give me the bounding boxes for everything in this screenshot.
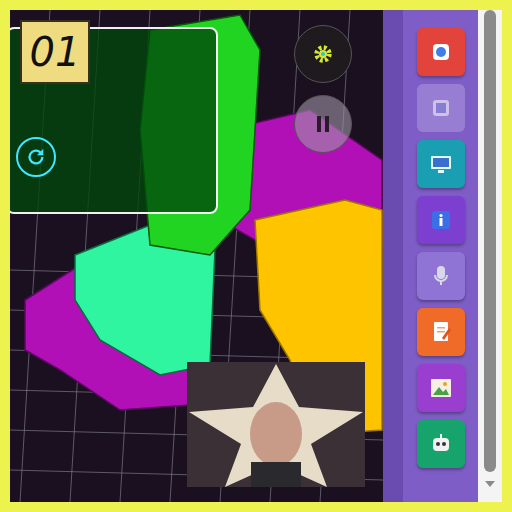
scrollbar[interactable] [478,10,502,502]
sidebar-item[interactable] [417,364,465,412]
sidebar-item[interactable] [417,420,465,468]
tool-sidebar [383,10,478,502]
game-frame: 01 [0,0,512,512]
player-photo [187,362,365,487]
document-icon [430,320,452,344]
sidebar-item[interactable] [417,252,465,300]
star-frame-icon [187,362,365,487]
sidebar-item[interactable] [417,28,465,76]
sidebar-strip [383,10,403,502]
gear-icon [312,43,334,65]
record-icon [430,41,452,63]
pause-icon [315,114,331,134]
settings-button[interactable] [294,25,352,83]
refresh-icon [25,146,47,168]
sidebar-item[interactable] [417,196,465,244]
refresh-button[interactable] [16,137,56,177]
scroll-down-arrow-icon[interactable] [484,480,496,488]
info-icon [430,209,452,231]
stop-icon [430,97,452,119]
robot-icon [429,432,453,456]
pause-button[interactable] [294,95,352,153]
sidebar-item [417,84,465,132]
image-icon [429,377,453,399]
monitor-icon [429,153,453,175]
game-canvas[interactable]: 01 [10,10,383,502]
scrollbar-thumb[interactable] [484,10,496,472]
sidebar-item[interactable] [417,308,465,356]
sidebar-item[interactable] [417,140,465,188]
microphone-icon [430,264,452,288]
level-badge: 01 [20,20,90,84]
